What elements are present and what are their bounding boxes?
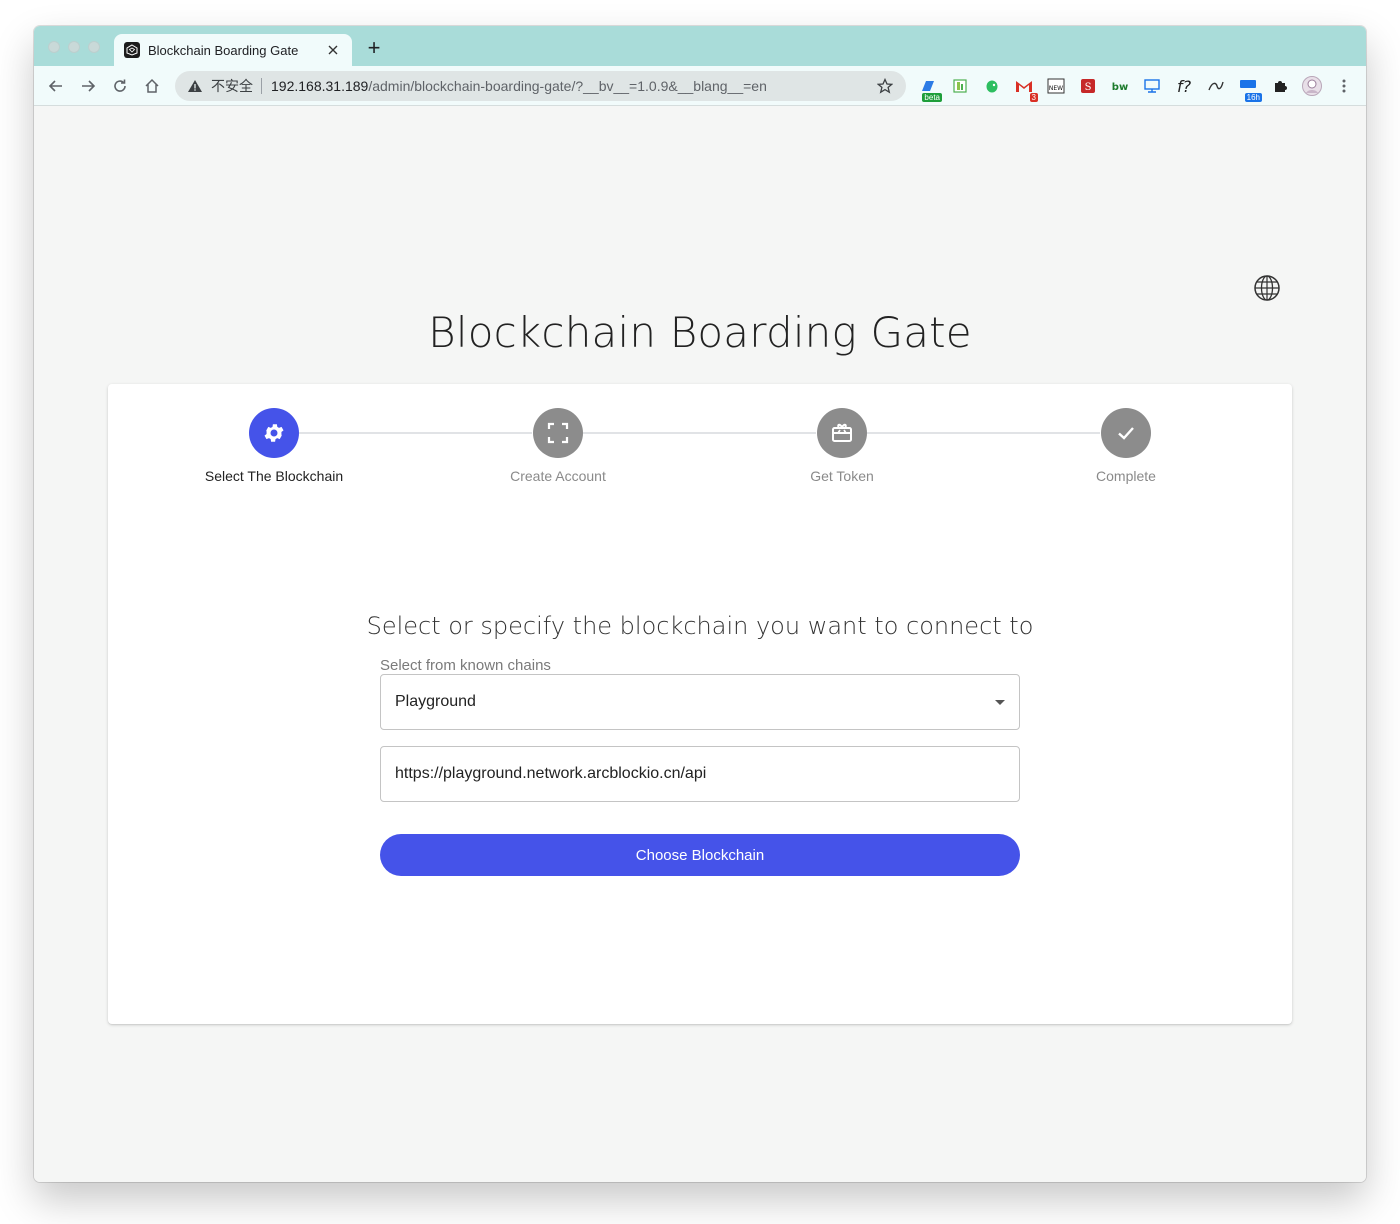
browser-window: Blockchain Boarding Gate + 不安全 192.168.3… <box>34 26 1366 1182</box>
forward-icon[interactable] <box>78 76 98 96</box>
news-extension-icon[interactable]: NEW <box>1046 76 1066 96</box>
chain-select-label: Select from known chains <box>380 657 551 674</box>
puzzle-icon[interactable] <box>1270 76 1290 96</box>
page-viewport: Blockchain Boarding Gate Select The Bloc… <box>34 106 1366 1182</box>
reload-icon[interactable] <box>110 76 130 96</box>
bookmark-star-icon[interactable] <box>876 77 894 95</box>
tab-title: Blockchain Boarding Gate <box>148 42 299 58</box>
gear-icon <box>249 408 299 458</box>
step-complete[interactable]: Complete <box>1026 408 1226 484</box>
security-label: 不安全 <box>211 78 253 94</box>
step-label: Complete <box>1096 468 1156 484</box>
url-host: 192.168.31.189 <box>271 78 369 94</box>
translate-extension-icon[interactable] <box>1206 76 1226 96</box>
book-extension-icon[interactable] <box>950 76 970 96</box>
choose-blockchain-button[interactable]: Choose Blockchain <box>380 834 1020 876</box>
formula-extension-icon[interactable]: f? <box>1174 76 1194 96</box>
url-path: /admin/blockchain-boarding-gate/?__bv__=… <box>368 78 767 94</box>
step-label: Create Account <box>510 468 606 484</box>
stepper: Select The Blockchain Create Account Get… <box>108 408 1292 498</box>
arcblock-logo-icon <box>124 42 140 58</box>
home-icon[interactable] <box>142 76 162 96</box>
step-prompt: Select or specify the blockchain you wan… <box>366 612 1034 640</box>
window-close-dot[interactable] <box>48 41 60 53</box>
browser-menu-icon[interactable] <box>1334 76 1354 96</box>
gmail-extension-icon[interactable]: 3 <box>1014 76 1038 102</box>
gmail-badge: 3 <box>1029 93 1038 102</box>
evernote-extension-icon[interactable] <box>982 76 1002 96</box>
window-zoom-dot[interactable] <box>88 41 100 53</box>
bw-extension-icon[interactable]: bw <box>1110 76 1130 96</box>
screen-extension-icon[interactable] <box>1142 76 1162 96</box>
svg-text:bw: bw <box>1112 82 1128 93</box>
gift-card-icon <box>817 408 867 458</box>
scan-icon <box>533 408 583 458</box>
window-minimize-dot[interactable] <box>68 41 80 53</box>
chain-select[interactable]: Playground <box>380 674 1020 730</box>
browser-toolbar: 不安全 192.168.31.189/admin/blockchain-boar… <box>34 66 1366 106</box>
check-icon <box>1101 408 1151 458</box>
globe-icon[interactable] <box>1253 274 1281 302</box>
omnibox-separator <box>261 78 262 94</box>
back-icon[interactable] <box>46 76 66 96</box>
step-select-blockchain[interactable]: Select The Blockchain <box>174 408 374 484</box>
new-tab-button[interactable]: + <box>364 37 384 59</box>
chevron-down-icon <box>995 699 1005 705</box>
warning-icon[interactable] <box>187 78 203 94</box>
endpoint-url-input[interactable] <box>380 746 1020 802</box>
page-title: Blockchain Boarding Gate <box>428 308 972 357</box>
calendar-extension-icon[interactable]: 16h <box>1238 76 1262 102</box>
address-bar[interactable]: 不安全 192.168.31.189/admin/blockchain-boar… <box>175 71 906 101</box>
beta-extension-icon[interactable]: beta <box>918 76 942 102</box>
wizard-card: Select The Blockchain Create Account Get… <box>108 384 1292 1024</box>
beta-badge: beta <box>922 93 942 102</box>
red-s-extension-icon[interactable]: S <box>1078 76 1098 96</box>
profile-avatar[interactable] <box>1302 76 1322 96</box>
step-create-account[interactable]: Create Account <box>458 408 658 484</box>
tab-strip: Blockchain Boarding Gate + <box>34 26 1366 66</box>
step-get-token[interactable]: Get Token <box>742 408 942 484</box>
step-label: Select The Blockchain <box>204 468 344 484</box>
browser-tab[interactable]: Blockchain Boarding Gate <box>114 34 352 66</box>
step-label: Get Token <box>810 468 874 484</box>
url-text[interactable]: 192.168.31.189/admin/blockchain-boarding… <box>271 78 876 94</box>
svg-text:S: S <box>1085 82 1092 93</box>
calendar-badge: 16h <box>1244 93 1262 102</box>
chain-select-value: Playground <box>395 693 476 710</box>
svg-text:NEW: NEW <box>1049 85 1063 92</box>
close-icon[interactable] <box>324 41 342 59</box>
